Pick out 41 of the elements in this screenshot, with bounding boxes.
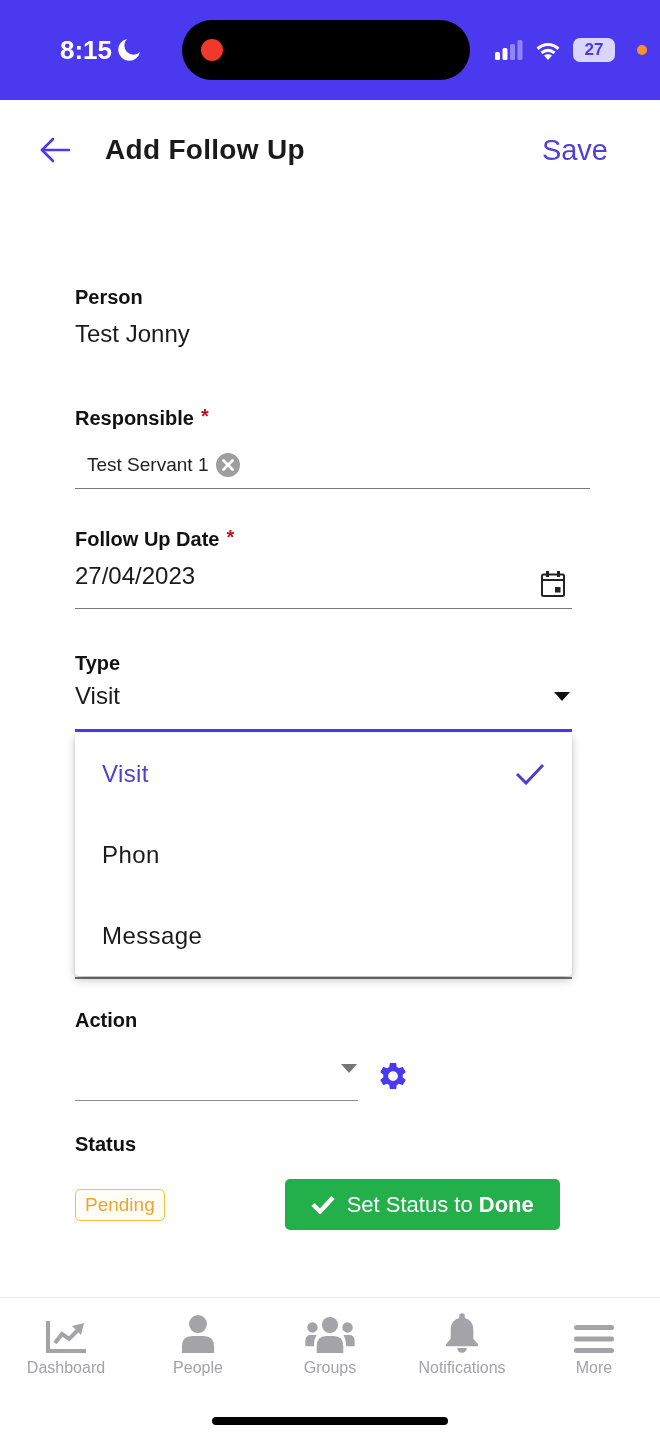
moon-icon [118,39,141,61]
check-icon [310,1195,335,1214]
calendar-icon [541,571,565,597]
menu-icon [574,1325,614,1353]
back-button[interactable] [40,137,70,163]
menu-option[interactable]: Message [75,895,572,976]
page-title: Add Follow Up [105,134,305,166]
status-time: 8:15 [60,35,113,65]
privacy-dot-icon [637,45,648,55]
caret-icon [554,691,570,701]
save-button[interactable]: Save [541,132,608,168]
assignee-name: Test Servant 1 [87,453,209,477]
menu-option[interactable]: Phon [75,814,572,895]
back-arrow-icon [40,137,70,163]
battery-indicator: 27 [573,38,616,62]
person-icon [181,1315,215,1353]
wifi-icon [535,40,562,60]
caret-icon [341,1063,357,1073]
field-label: Status [75,1132,137,1156]
check-icon [515,762,545,785]
person-value: Test Jonny [75,319,191,349]
recording-dot-icon [201,39,224,61]
settings-icon [380,1062,406,1089]
status-badge: Pending [75,1188,165,1221]
required-mark: * [226,527,235,547]
clear-icon [216,453,241,477]
group-icon [304,1317,356,1353]
menu-option[interactable]: Visit [75,733,572,814]
required-mark: * [200,406,209,426]
field-label: Follow Up Date [75,527,220,551]
bell-icon [445,1313,479,1353]
date-field[interactable]: 27/04/2023 [75,561,572,609]
clear-chip-button[interactable] [216,453,241,477]
field-label: Person [75,285,143,309]
field-label: Type [75,651,121,675]
signal-icon [495,40,524,60]
chart-icon [46,1321,86,1353]
settings-button[interactable] [380,1062,406,1089]
responsible-field[interactable]: Test Servant 1 [75,447,590,489]
field-label: Responsible [75,406,194,430]
field-label: Action [75,1008,138,1032]
